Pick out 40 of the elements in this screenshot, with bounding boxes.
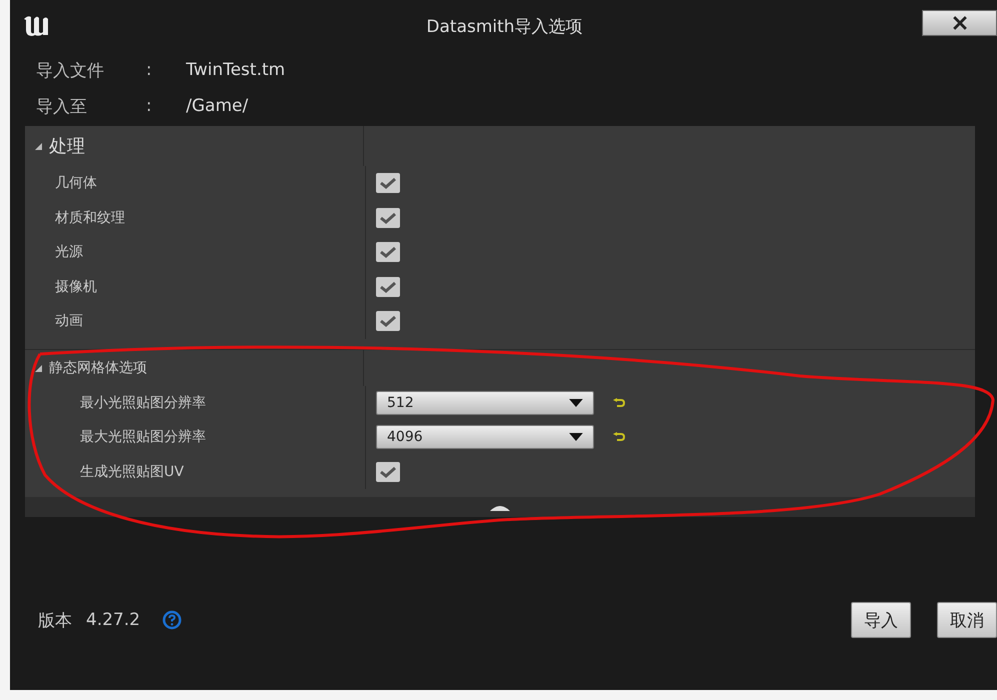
- reset-icon[interactable]: [612, 398, 626, 408]
- expand-arrow-icon[interactable]: [33, 362, 43, 372]
- option-label: 动画: [55, 312, 83, 330]
- option-label: 最大光照贴图分辨率: [80, 428, 206, 446]
- dropdown[interactable]: 4096: [376, 425, 594, 450]
- section-title: 静态网格体选项: [49, 358, 147, 376]
- up-arrow-icon: [489, 503, 511, 511]
- caret-icon: [569, 433, 583, 442]
- checkbox[interactable]: [376, 173, 400, 194]
- info-label: 导入至: [36, 96, 88, 118]
- caret-icon: [569, 398, 583, 407]
- option-label: 最小光照贴图分辨率: [80, 394, 206, 412]
- checkbox[interactable]: [376, 208, 400, 228]
- expand-arrow-icon[interactable]: [33, 141, 43, 151]
- close-button[interactable]: [922, 10, 997, 36]
- option-label: 生成光照贴图UV: [80, 462, 184, 481]
- option-label: 几何体: [55, 174, 97, 192]
- info-label: 导入文件: [36, 60, 105, 82]
- section-title: 处理: [49, 135, 85, 158]
- reset-icon[interactable]: [612, 432, 626, 442]
- window-title: Datasmith导入选项: [425, 16, 584, 38]
- help-icon[interactable]: [162, 610, 182, 630]
- checkbox[interactable]: [376, 242, 400, 262]
- dialog-button[interactable]: 取消: [937, 602, 997, 638]
- checkbox[interactable]: [376, 462, 400, 482]
- colon: :: [146, 60, 153, 80]
- version-number: 4.27.2: [86, 610, 140, 630]
- colon: :: [146, 96, 153, 116]
- dropdown[interactable]: 512: [376, 390, 594, 415]
- checkbox[interactable]: [376, 276, 400, 297]
- option-label: 光源: [55, 243, 83, 262]
- version-label: 版本: [38, 610, 72, 632]
- checkbox[interactable]: [376, 311, 400, 332]
- dialog-button[interactable]: 导入: [851, 602, 911, 638]
- option-label: 摄像机: [55, 278, 97, 296]
- info-value: TwinTest.tm: [186, 60, 286, 80]
- collapse-bar[interactable]: [25, 497, 975, 517]
- option-label: 材质和纹理: [55, 208, 125, 227]
- info-value: /Game/: [186, 96, 248, 116]
- close-icon: [952, 16, 966, 30]
